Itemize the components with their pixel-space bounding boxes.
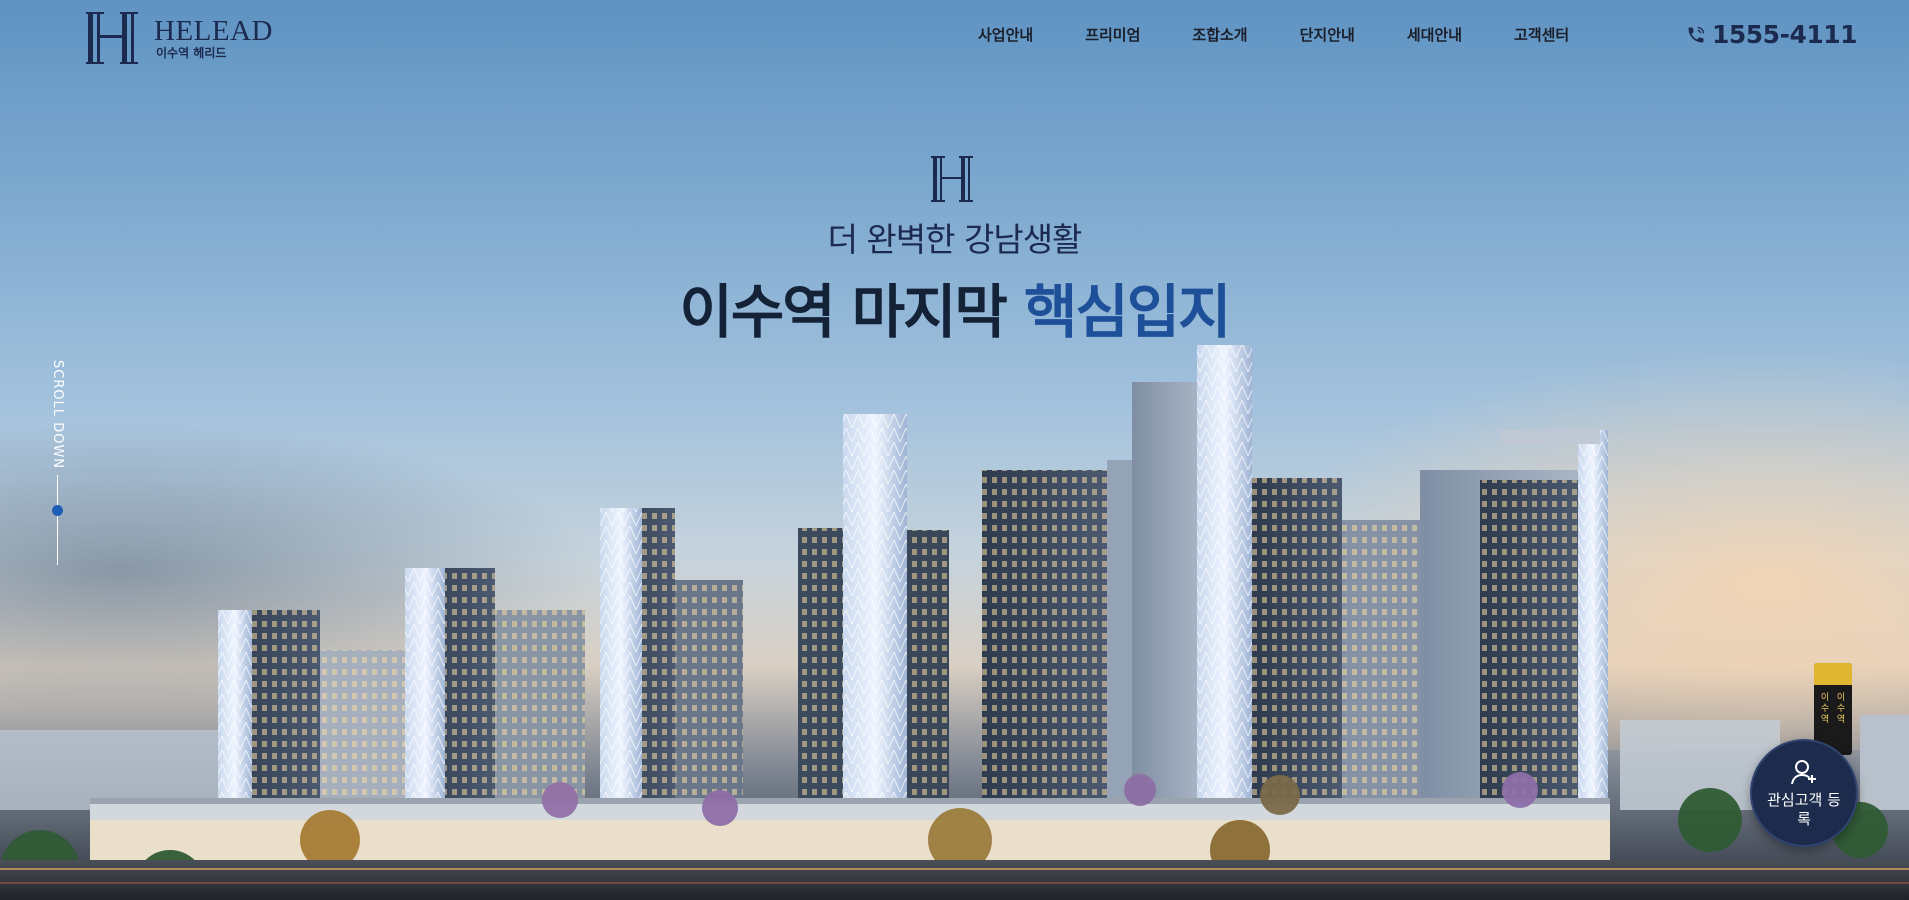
station-sign-header — [1814, 663, 1852, 685]
scroll-track — [57, 475, 58, 565]
station-sign-text-left: 이수역 — [1820, 693, 1830, 725]
logo-name-ko: 이수역 헤리드 — [156, 45, 227, 60]
nav-item-unit-info[interactable]: 세대안내 — [1407, 24, 1462, 45]
phone-icon — [1688, 26, 1705, 42]
nav-item-premium[interactable]: 프리미엄 — [1085, 24, 1140, 45]
phone-contact[interactable]: 1555-4111 — [1686, 20, 1858, 49]
scroll-down-label: SCROLL DOWN — [50, 360, 65, 470]
interest-register-button[interactable]: 관심고객 등록 — [1750, 739, 1858, 847]
hero-section: 더 완벽한 강남생활 이수역 마지막 핵심입지 — [0, 155, 1909, 349]
register-button-label: 관심고객 등록 — [1767, 791, 1841, 828]
hero-title-main: 이수역 마지막 — [679, 278, 1007, 346]
apartment-complex-illustration — [0, 345, 1909, 900]
nav-item-business-info[interactable]: 사업안내 — [978, 24, 1033, 45]
logo-name-en: HELEAD — [154, 14, 273, 47]
helead-logo-icon — [86, 12, 138, 64]
station-sign-text-right: 이수역 — [1836, 693, 1846, 725]
main-nav: 사업안내 프리미엄 조합소개 단지안내 세대안내 고객센터 — [978, 24, 1569, 45]
hero-title: 이수역 마지막 핵심입지 — [0, 265, 1909, 349]
scroll-progress-dot — [52, 505, 63, 516]
scroll-down-indicator[interactable]: SCROLL DOWN — [48, 360, 68, 570]
site-header: HELEAD 이수역 헤리드 사업안내 프리미엄 조합소개 단지안내 세대안내 … — [0, 0, 1909, 76]
phone-number: 1555-4111 — [1712, 20, 1858, 49]
logo-text: HELEAD 이수역 헤리드 — [154, 16, 273, 61]
user-plus-icon — [1791, 760, 1816, 785]
hero-subtitle: 더 완벽한 강남생활 — [827, 220, 1083, 259]
nav-item-customer-center[interactable]: 고객센터 — [1514, 24, 1569, 45]
helead-emblem-icon — [930, 156, 973, 202]
hero-title-accent: 핵심입지 — [1024, 278, 1231, 346]
nav-item-association[interactable]: 조합소개 — [1192, 24, 1247, 45]
brand-logo[interactable]: HELEAD 이수역 헤리드 — [86, 10, 273, 66]
nav-item-complex-info[interactable]: 단지안내 — [1300, 24, 1355, 45]
